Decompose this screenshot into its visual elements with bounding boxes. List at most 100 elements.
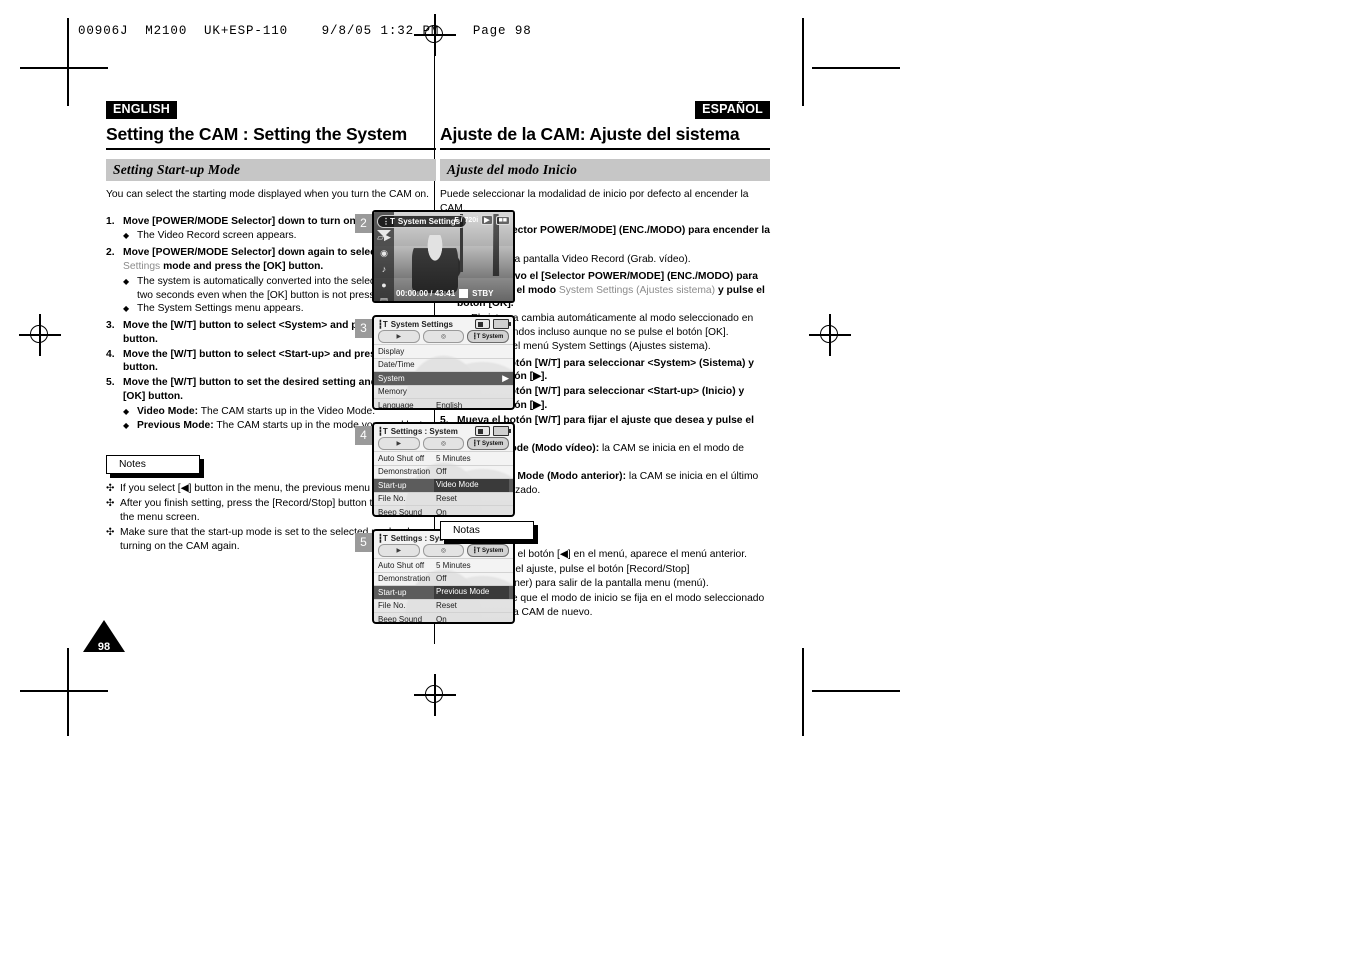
figure-3: 3 ┇T System Settings ▶ ◎ ┇T System Display Dat… — [355, 315, 520, 414]
figure-4-lcd-screen: ┇T Settings : System ▶ ◎ ┇T System Auto Shut … — [372, 422, 515, 517]
memory-card-icon — [475, 319, 490, 329]
page-number: 98 — [97, 641, 111, 653]
menu-row[interactable]: Memory — [374, 384, 513, 399]
step-highlight-term: System Settings (Ajustes sistema) — [558, 284, 716, 296]
menu-row[interactable]: Auto Shut off 5 Minutes — [374, 558, 513, 572]
crop-mark-top-left-horizontal — [20, 67, 108, 69]
figure-5: 5 ┇T Settings : System ▶ ◎ ┇T System Auto Shu… — [355, 529, 520, 628]
figure-2-lcd-screen: ▱▶ ◉ ♪ ● ▤ ⋮T System Settings F / 720i ▶… — [372, 210, 515, 303]
menu-row-label: File No. — [378, 601, 406, 611]
menu-row-value: Off — [436, 467, 447, 477]
tab-photo[interactable]: ◎ — [422, 437, 465, 450]
menu-header: ┇T System Settings — [374, 317, 513, 330]
resolution-indicator: F / 720i — [454, 216, 479, 224]
status-text: STBY — [472, 289, 494, 298]
menu-row[interactable]: Auto Shut off 5 Minutes — [374, 451, 513, 465]
chevron-right-icon: ▶ — [502, 372, 509, 383]
menu-row-label: Beep Sound — [378, 507, 423, 517]
menu-row[interactable]: File No. Reset — [374, 598, 513, 613]
menu-tab-bar: ▶ ◎ ┇T System — [374, 544, 513, 558]
menu-row-value: On — [436, 614, 447, 624]
menu-row[interactable]: Demonstration Off — [374, 571, 513, 586]
title-rule-english — [106, 147, 436, 150]
crop-mark-top-right-vertical — [802, 18, 804, 106]
step-number: 4. — [106, 348, 115, 360]
intro-text-english: You can select the starting mode display… — [106, 188, 430, 200]
menu-row-label: Demonstration — [378, 467, 431, 477]
menu-row-label: Auto Shut off — [378, 560, 425, 570]
menu-row-label: Display — [378, 346, 405, 356]
tab-photo[interactable]: ◎ — [422, 544, 465, 557]
language-tag-spanish: ESPAÑOL — [695, 101, 770, 119]
tab-video[interactable]: ▶ — [378, 437, 420, 450]
menu-header: ┇T Settings : System — [374, 424, 513, 437]
section-heading-english: Setting Start-up Mode — [106, 158, 436, 181]
menu-row[interactable]: Language English — [374, 398, 513, 410]
timecode-text: 00:00:00 / 43:41 — [396, 289, 456, 298]
memory-card-icon — [475, 426, 490, 436]
menu-row-value: Off — [436, 574, 447, 584]
menu-row-label: Auto Shut off — [378, 453, 425, 463]
menu-row[interactable]: Start-up Video Mode — [374, 478, 513, 492]
step-number: 1. — [106, 215, 115, 227]
microphone-icon[interactable]: ● — [377, 280, 391, 291]
crop-mark-bottom-right-vertical — [802, 648, 804, 736]
menu-row-value: 5 Minutes — [436, 453, 471, 463]
record-media-icon: ▶ — [481, 215, 493, 225]
figure-3-lcd-screen: ┇T System Settings ▶ ◎ ┇T System Display Date/… — [372, 315, 515, 410]
menu-row-value: Reset — [436, 494, 457, 504]
menu-row-list: Auto Shut off 5 Minutes Demonstration Off St… — [374, 558, 513, 624]
tab-video[interactable]: ▶ — [378, 544, 420, 557]
menu-row-label: Language — [378, 400, 414, 410]
menu-row-value: On — [436, 507, 447, 517]
menu-row-value: Reset — [436, 601, 457, 611]
menu-row-value: Previous Mode — [434, 586, 509, 599]
music-note-icon[interactable]: ♪ — [377, 264, 391, 275]
menu-tab-bar: ▶ ◎ ┇T System — [374, 437, 513, 451]
osd-bottom-status: 00:00:00 / 43:41 STBY — [396, 289, 510, 298]
battery-icon — [493, 426, 511, 436]
settings-gear-icon: ┇T — [378, 319, 388, 329]
menu-row-list: Auto Shut off 5 Minutes Demonstration Off St… — [374, 451, 513, 517]
tab-video[interactable]: ▶ — [378, 330, 420, 343]
figure-5-step-badge: 5 — [355, 533, 372, 552]
menu-row-label: Beep Sound — [378, 614, 423, 624]
registration-mark-right — [809, 314, 851, 356]
settings-gear-icon: ⋮T — [382, 217, 395, 226]
menu-row[interactable]: Display — [374, 344, 513, 358]
manual-page: 00906J M2100 UK+ESP-110 9/8/05 1:32 PM P… — [0, 0, 1351, 954]
menu-tab-bar: ▶ ◎ ┇T System — [374, 330, 513, 344]
menu-row[interactable]: Start-up Previous Mode — [374, 585, 513, 599]
language-tag-english: ENGLISH — [106, 101, 177, 119]
figure-column: 2 ▱▶ ◉ ♪ ● ▤ ⋮T System Settings F / 720i… — [355, 210, 520, 636]
battery-icon: ■■ — [495, 215, 510, 225]
clover-bullet-icon: ✣ — [106, 483, 115, 495]
tab-system[interactable]: ┇T System — [467, 544, 510, 557]
menu-row[interactable]: System ▶ — [374, 371, 513, 385]
tab-photo[interactable]: ◎ — [422, 330, 465, 343]
menu-header-left: ┇T Settings : System — [378, 427, 458, 436]
osd-mode-label-text: System Settings — [397, 217, 461, 226]
menu-header-left: ┇T System Settings — [378, 320, 453, 329]
menu-row-label: Date/Time — [378, 360, 415, 370]
menu-row[interactable]: Beep Sound On — [374, 612, 513, 624]
standby-square-icon — [459, 289, 469, 298]
title-rule-spanish — [440, 147, 770, 150]
menu-row-value: 5 Minutes — [436, 560, 471, 570]
menu-row[interactable]: Date/Time — [374, 357, 513, 372]
document-icon[interactable]: ▤ — [377, 296, 391, 301]
crop-mark-bottom-left-vertical — [67, 648, 69, 736]
crop-mark-bottom-left-horizontal — [20, 690, 108, 692]
settings-gear-icon: ┇T — [378, 533, 388, 543]
menu-row[interactable]: File No. Reset — [374, 491, 513, 506]
menu-row[interactable]: Beep Sound On — [374, 505, 513, 517]
tab-system[interactable]: ┇T System — [467, 330, 510, 343]
crop-mark-top-right-horizontal — [812, 67, 900, 69]
osd-top-right-status: F / 720i ▶ ■■ — [454, 215, 510, 225]
tab-system[interactable]: ┇T System — [467, 437, 510, 450]
battery-icon — [493, 319, 511, 329]
menu-row-label: Memory — [378, 387, 407, 397]
menu-row[interactable]: Demonstration Off — [374, 464, 513, 479]
photo-camera-icon[interactable]: ◉ — [377, 248, 391, 259]
registration-mark-left — [19, 314, 61, 356]
